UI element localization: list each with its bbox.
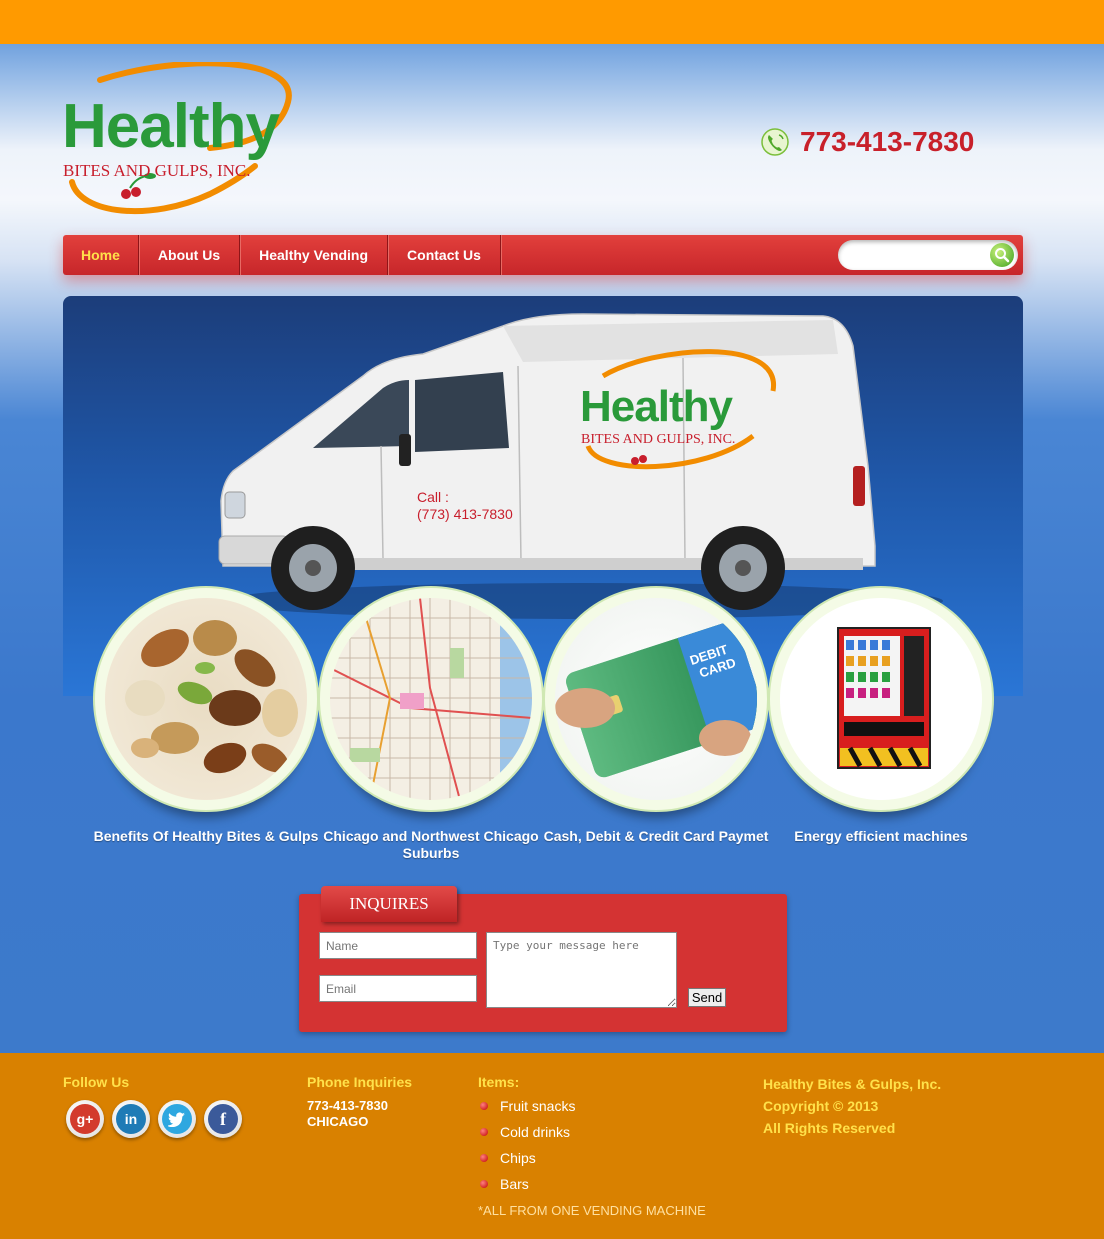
feature-caption: Cash, Debit & Credit Card Paymet xyxy=(543,828,769,844)
logo-wordmark: Healthy xyxy=(62,92,280,161)
phone-icon xyxy=(761,128,789,156)
footer: Follow Us g+ in f Phone Inquiries 773-41… xyxy=(0,1053,1104,1239)
items-heading: Items: xyxy=(478,1074,520,1090)
feature-circle xyxy=(93,586,319,812)
debit-card-image: DEBIT CARD xyxy=(555,598,757,800)
nuts-graphic xyxy=(125,620,298,774)
items-note: *ALL FROM ONE VENDING MACHINE xyxy=(478,1203,706,1218)
logo-subtitle: BITES AND GULPS, INC. xyxy=(63,161,251,180)
chicago-map-image xyxy=(330,598,532,800)
phone-number: 773-413-7830 xyxy=(800,126,975,157)
inquires-form: INQUIRES Send xyxy=(299,886,787,1032)
header-phone: 773-413-7830 xyxy=(760,126,974,158)
copyright-text: Copyright © 2013 xyxy=(763,1098,879,1114)
company-name: Healthy Bites & Gulps, Inc. xyxy=(763,1076,942,1092)
message-field[interactable] xyxy=(486,932,677,1008)
list-item: Chips xyxy=(478,1149,575,1175)
van-call-label: Call : xyxy=(417,489,449,505)
social-links: g+ in f xyxy=(66,1100,242,1138)
nav-home[interactable]: Home xyxy=(63,235,139,275)
vending-graphic xyxy=(837,627,931,769)
van-call-text: Call : (773) 413-7830 xyxy=(417,489,513,523)
nav-contact-us[interactable]: Contact Us xyxy=(388,235,501,275)
copyright-block: Healthy Bites & Gulps, Inc. Copyright © … xyxy=(763,1073,941,1139)
footer-phone-city: CHICAGO xyxy=(307,1114,369,1129)
map-graphic xyxy=(330,598,532,800)
top-bar xyxy=(0,0,1104,44)
google-plus-icon[interactable]: g+ xyxy=(66,1100,104,1138)
send-button[interactable]: Send xyxy=(688,988,726,1007)
site-logo[interactable]: Healthy BITES AND GULPS, INC. xyxy=(60,62,300,222)
feature-caption: Benefits Of Healthy Bites & Gulps xyxy=(93,828,319,844)
email-field[interactable] xyxy=(319,975,477,1002)
facebook-icon[interactable]: f xyxy=(204,1100,242,1138)
van-logo-subtitle: BITES AND GULPS, INC. xyxy=(581,432,736,447)
search-button[interactable] xyxy=(990,243,1014,267)
search-icon xyxy=(995,248,1010,263)
feature-machines[interactable]: Energy efficient machines xyxy=(768,586,994,845)
mixed-nuts-image xyxy=(105,598,307,800)
card-graphic: DEBIT CARD xyxy=(555,619,757,778)
list-item: Bars xyxy=(478,1175,575,1201)
main-nav: Home About Us Healthy Vending Contact Us xyxy=(63,235,1023,275)
feature-caption: Chicago and Northwest Chicago Suburbs xyxy=(323,828,539,861)
feature-chicago[interactable]: Chicago and Northwest Chicago Suburbs xyxy=(318,586,544,862)
rights-text: All Rights Reserved xyxy=(763,1120,896,1136)
feature-payment[interactable]: DEBIT CARD Cash, Debit & Credit Card Pay… xyxy=(543,586,769,845)
phone-inquiries-heading: Phone Inquiries xyxy=(307,1074,413,1090)
van-call-number: (773) 413-7830 xyxy=(417,506,513,522)
features-row: Benefits Of Healthy Bites & Gulps Chicag… xyxy=(93,586,994,876)
search-input[interactable] xyxy=(848,240,988,270)
follow-us-heading: Follow Us xyxy=(63,1074,130,1090)
feature-circle xyxy=(318,586,544,812)
name-field[interactable] xyxy=(319,932,477,959)
list-item: Fruit snacks xyxy=(478,1097,575,1123)
vending-machine-image xyxy=(780,598,982,800)
linkedin-icon[interactable]: in xyxy=(112,1100,150,1138)
feature-benefits[interactable]: Benefits Of Healthy Bites & Gulps xyxy=(93,586,319,845)
twitter-icon[interactable] xyxy=(158,1100,196,1138)
list-item: Cold drinks xyxy=(478,1123,575,1149)
feature-caption: Energy efficient machines xyxy=(794,828,968,844)
feature-circle xyxy=(768,586,994,812)
nav-about-us[interactable]: About Us xyxy=(139,235,241,275)
search-box xyxy=(838,240,1018,270)
items-list: Fruit snacks Cold drinks Chips Bars xyxy=(478,1097,575,1201)
inquires-title: INQUIRES xyxy=(321,886,457,922)
nav-healthy-vending[interactable]: Healthy Vending xyxy=(240,235,389,275)
footer-phone-number: 773-413-7830 xyxy=(307,1098,388,1113)
feature-circle: DEBIT CARD xyxy=(543,586,769,812)
van-logo-wordmark: Healthy xyxy=(580,382,733,431)
